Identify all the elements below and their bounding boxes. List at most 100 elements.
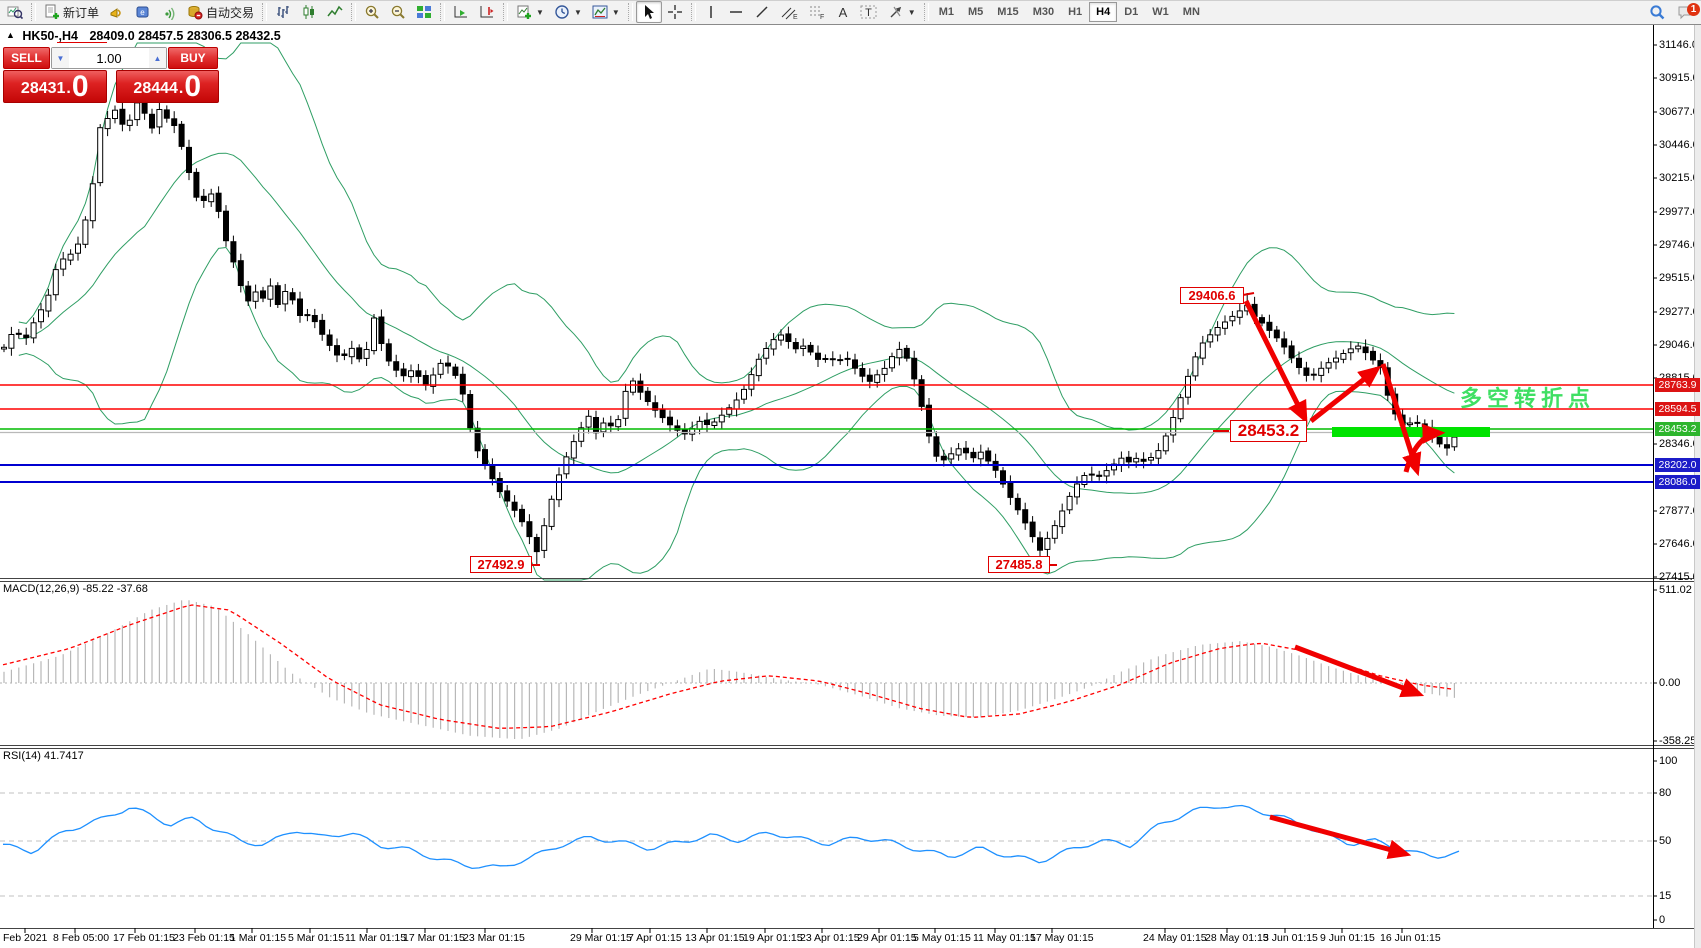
channel-button[interactable]: E: [775, 1, 803, 23]
timeframe-d1[interactable]: D1: [1117, 2, 1145, 22]
toolbar-separator: [923, 3, 929, 21]
timeframe-mn[interactable]: MN: [1176, 2, 1207, 22]
volume-decrease-button[interactable]: ▼: [52, 48, 69, 68]
buy-price-display[interactable]: 28444 . 0: [115, 70, 219, 103]
date-axis-label: 23 Mar 01:15: [463, 932, 525, 944]
new-chart-dropdown[interactable]: ▼: [511, 1, 549, 23]
svg-text:e: e: [140, 8, 145, 17]
toolbar-separator: [31, 3, 36, 21]
new-order-label: 新订单: [63, 5, 100, 20]
price-tick-label: 28346.0: [1659, 438, 1699, 450]
sell-price-dot: .: [66, 80, 71, 97]
autotrading-button[interactable]: 自动交易: [182, 1, 259, 23]
chart-symbol-period: HK50-,H4: [22, 29, 78, 43]
svg-text:A: A: [838, 5, 847, 20]
signals-icon-button[interactable]: [156, 1, 182, 23]
price-level-badge: 28202.0: [1655, 458, 1700, 472]
auto-scroll-icon: [454, 6, 468, 18]
date-axis-label: Feb 2021: [3, 932, 48, 944]
low2-price-annotation[interactable]: 27485.8: [988, 556, 1050, 573]
text-button[interactable]: A: [831, 1, 855, 23]
pivot-chinese-text[interactable]: 多空转折点: [1460, 381, 1595, 413]
clock-icon: [555, 5, 569, 19]
megaphone-icon-button[interactable]: [104, 1, 130, 23]
notifications-button[interactable]: 1: [1671, 1, 1700, 23]
new-order-button[interactable]: 新订单: [39, 1, 104, 23]
period-dropdown[interactable]: ▼: [549, 1, 587, 23]
date-axis-label: 11 Mar 01:15: [345, 932, 407, 944]
cursor-button[interactable]: [635, 1, 662, 23]
price-tick-label: 29277.0: [1659, 306, 1699, 318]
date-axis-label: 16 Jun 01:15: [1380, 932, 1441, 944]
sell-price-display[interactable]: 28431 . 0: [3, 70, 107, 103]
fibonacci-icon: F: [809, 6, 824, 20]
crosshair-button[interactable]: [662, 1, 688, 23]
auto-scroll-button[interactable]: [448, 1, 474, 23]
chart-title: ▲ HK50-,H4 28409.0 28457.5 28306.5 28432…: [6, 29, 281, 43]
horizontal-line-button[interactable]: [723, 1, 749, 23]
price-tick-label: 30915.0: [1659, 72, 1699, 84]
date-axis-label: 3 Jun 01:15: [1263, 932, 1318, 944]
price-level-badge: 28763.9: [1655, 378, 1700, 392]
zoom-out-button[interactable]: [385, 1, 411, 23]
volume-increase-button[interactable]: ▲: [149, 48, 166, 68]
low1-price-annotation[interactable]: 27492.9: [470, 556, 532, 573]
date-axis-label: 28 May 01:15: [1205, 932, 1269, 944]
price-chart-canvas[interactable]: [0, 25, 1701, 948]
buy-price-dot: .: [178, 80, 184, 97]
line-chart-button[interactable]: [322, 1, 348, 23]
candlestick-icon: [303, 5, 315, 19]
template-icon: [592, 5, 608, 19]
date-axis-label: 17 Mar 01:15: [403, 932, 465, 944]
magnifier-chart-icon: [7, 6, 23, 20]
horizontal-line-icon: [729, 11, 742, 13]
zoom-in-icon: [365, 5, 379, 19]
date-axis-label: 5 Mar 01:15: [288, 932, 345, 944]
date-axis-label: 17 May 01:15: [1030, 932, 1094, 944]
vertical-line-button[interactable]: [699, 1, 723, 23]
chart-preview-icon[interactable]: [2, 1, 28, 23]
text-label-button[interactable]: T: [855, 1, 883, 23]
line-chart-icon: [327, 5, 343, 17]
template-dropdown[interactable]: ▼: [587, 1, 625, 23]
timeframe-w1[interactable]: W1: [1145, 2, 1176, 22]
price-level-badge: 28453.2: [1655, 422, 1700, 436]
sell-button[interactable]: SELL: [3, 47, 50, 69]
candlestick-chart-button[interactable]: [296, 1, 322, 23]
zoom-in-button[interactable]: [359, 1, 385, 23]
price-level-badge: 28086.0: [1655, 475, 1700, 489]
chart-low: 28306.5: [186, 29, 232, 43]
chart-shift-button[interactable]: [474, 1, 500, 23]
timeframe-m5[interactable]: M5: [961, 2, 990, 22]
timeframe-m30[interactable]: M30: [1026, 2, 1061, 22]
timeframe-h4[interactable]: H4: [1089, 2, 1118, 22]
timeframe-h1[interactable]: H1: [1061, 2, 1089, 22]
rsi-axis-label: 100: [1659, 755, 1678, 767]
timeframe-m1[interactable]: M1: [932, 2, 961, 22]
pivot-price-annotation[interactable]: 28453.2: [1230, 420, 1307, 442]
buy-button[interactable]: BUY: [168, 47, 218, 69]
toolbar-separator: [690, 3, 696, 21]
one-click-trade-panel: SELL ▼ ▲ BUY 28431 . 0 28444 . 0: [3, 47, 219, 103]
svg-text:F: F: [820, 14, 824, 20]
chart-workspace[interactable]: ▲ HK50-,H4 28409.0 28457.5 28306.5 28432…: [0, 25, 1701, 948]
metaeditor-icon-button[interactable]: e: [130, 1, 156, 23]
date-axis-label: 19 Apr 01:15: [743, 932, 803, 944]
arrows-dropdown[interactable]: ▼: [883, 1, 921, 23]
high-price-annotation[interactable]: 29406.6: [1180, 287, 1244, 304]
tile-windows-icon: [417, 6, 432, 18]
top-toolbar: 新订单 e 自动交易 ▼ ▼ ▼ E F A T ▼ M1 M5 M15 M30…: [0, 0, 1701, 25]
search-button[interactable]: [1643, 1, 1671, 23]
timeframe-m15[interactable]: M15: [990, 2, 1025, 22]
volume-input[interactable]: [69, 48, 149, 68]
date-axis-label: 5 May 01:15: [913, 932, 971, 944]
trendline-button[interactable]: [749, 1, 775, 23]
tile-windows-button[interactable]: [411, 1, 437, 23]
title-underline: [57, 42, 107, 43]
buy-price-main: 28444: [133, 80, 178, 97]
bar-chart-button[interactable]: [270, 1, 296, 23]
fibonacci-button[interactable]: F: [803, 1, 831, 23]
macd-axis-label: -358.25: [1659, 735, 1697, 747]
date-axis-label: 23 Feb 01:15: [173, 932, 235, 944]
date-axis-label: 9 Jun 01:15: [1320, 932, 1375, 944]
